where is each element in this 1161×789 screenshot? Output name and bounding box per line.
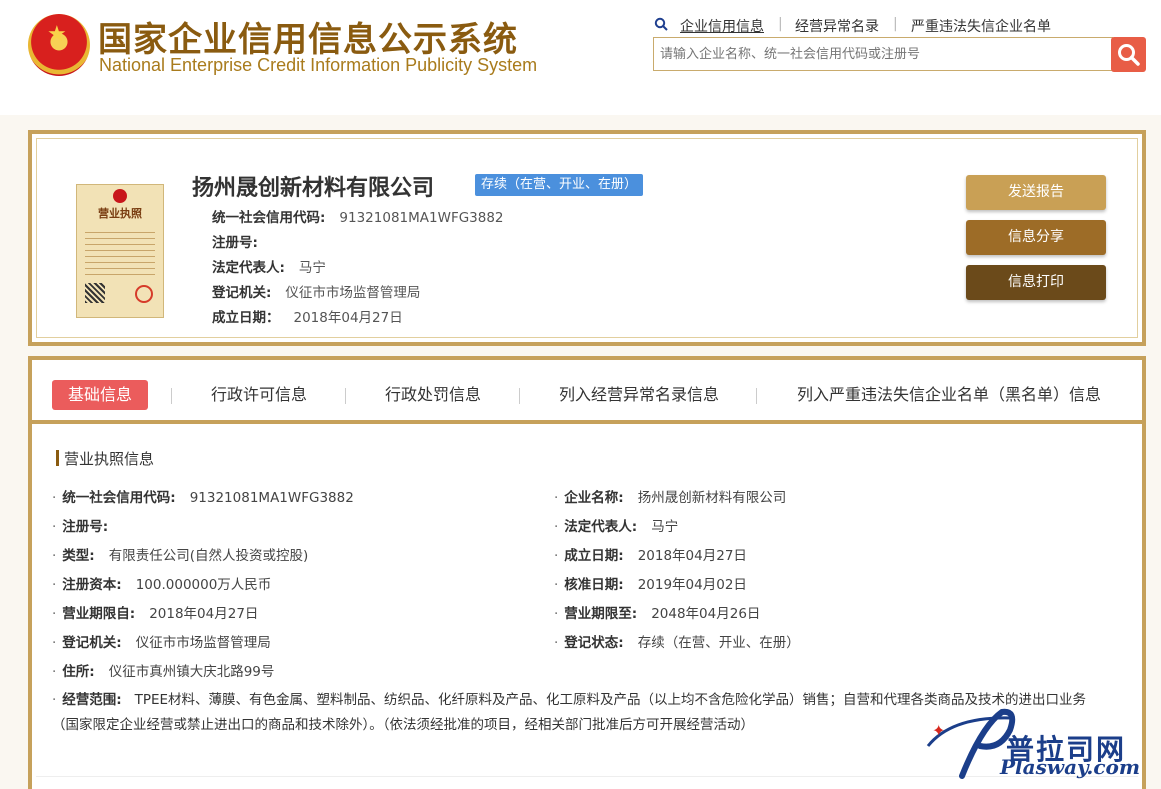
site-subtitle: National Enterprise Credit Information P… — [99, 55, 538, 75]
license-title: 营业执照 — [98, 207, 142, 220]
search-icon — [654, 17, 668, 31]
search-icon — [1118, 44, 1140, 66]
search-input[interactable] — [654, 38, 1121, 70]
nav-separator: | — [778, 16, 783, 32]
info-established: 成立日期： 2018年04月27日 — [212, 310, 403, 326]
detail-address: · 住所: 仪征市真州镇大庆北路99号 — [52, 664, 275, 680]
tab-bar: 基础信息 行政许可信息 行政处罚信息 列入经营异常名录信息 列入严重违法失信企业… — [32, 360, 1142, 424]
site-title: 国家企业信用信息公示系统 — [98, 20, 518, 60]
company-name: 扬州晟创新材料有限公司 — [192, 176, 435, 201]
print-info-button[interactable]: 信息打印 — [966, 265, 1106, 300]
detail-capital: · 注册资本: 100.000000万人民币 — [52, 577, 272, 593]
detail-company-name: · 企业名称: 扬州晟创新材料有限公司 — [554, 490, 787, 506]
tab-blacklist[interactable]: 列入严重违法失信企业名单（黑名单）信息 — [797, 380, 1101, 410]
detail-legal-rep: · 法定代表人: 马宁 — [554, 519, 679, 535]
info-legal-rep: 法定代表人: 马宁 — [212, 260, 326, 276]
seal-icon — [135, 285, 153, 303]
nav-abnormal-list[interactable]: 经营异常名录 — [795, 16, 879, 36]
company-card: 营业执照 扬州晟创新材料有限公司 存续（在营、开业、在册） 统一社会信用代码: 9… — [28, 130, 1146, 346]
share-info-button[interactable]: 信息分享 — [966, 220, 1106, 255]
search-box — [653, 37, 1121, 71]
detail-type: · 类型: 有限责任公司(自然人投资或控股) — [52, 548, 309, 564]
watermark-en: Plasway.com — [1000, 755, 1140, 779]
detail-reg-number: · 注册号: — [52, 519, 109, 535]
section-marker — [56, 450, 59, 466]
national-emblem-icon: ★ — [28, 14, 90, 76]
send-report-button[interactable]: 发送报告 — [966, 175, 1106, 210]
svg-text:✦: ✦ — [932, 721, 945, 740]
detail-credit-code: · 统一社会信用代码: 91321081MA1WFG3882 — [52, 490, 354, 506]
info-reg-authority: 登记机关: 仪征市市场监督管理局 — [212, 285, 421, 301]
nav-blacklist[interactable]: 严重违法失信企业名单 — [911, 16, 1051, 36]
license-emblem-icon — [113, 189, 127, 203]
info-reg-number: 注册号: — [212, 235, 258, 251]
detail-term-from: · 营业期限自: 2018年04月27日 — [52, 606, 259, 622]
status-badge: 存续（在营、开业、在册） — [475, 174, 644, 196]
detail-term-to: · 营业期限至: 2048年04月26日 — [554, 606, 761, 622]
detail-approval-date: · 核准日期: 2019年04月02日 — [554, 577, 747, 593]
tab-abnormal-list[interactable]: 列入经营异常名录信息 — [559, 380, 719, 410]
detail-reg-status: · 登记状态: 存续（在营、开业、在册） — [554, 635, 800, 651]
search-button[interactable] — [1111, 37, 1146, 72]
header: ★ 国家企业信用信息公示系统 National Enterprise Credi… — [0, 0, 1161, 115]
section-title: 营业执照信息 — [64, 450, 155, 468]
business-license-image: 营业执照 — [76, 184, 164, 318]
tab-basic-info[interactable]: 基础信息 — [52, 380, 149, 410]
tab-admin-penalty[interactable]: 行政处罚信息 — [385, 380, 481, 410]
nav-enterprise-credit[interactable]: 企业信用信息 — [680, 16, 764, 36]
detail-established: · 成立日期: 2018年04月27日 — [554, 548, 747, 564]
tab-admin-license[interactable]: 行政许可信息 — [211, 380, 307, 410]
qr-code-icon — [85, 283, 105, 303]
detail-reg-authority: · 登记机关: 仪征市市场监督管理局 — [52, 635, 271, 651]
info-credit-code: 统一社会信用代码: 91321081MA1WFG3882 — [212, 210, 504, 226]
nav-separator: | — [893, 16, 898, 32]
